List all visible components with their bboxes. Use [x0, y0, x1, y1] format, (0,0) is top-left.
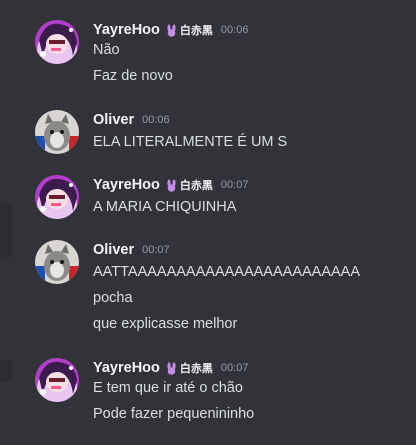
message-text: AATTAAAAAAAAAAAAAAAAAAAAAAAA: [93, 264, 361, 280]
message-text: que explicasse melhor: [93, 316, 238, 332]
bunny-icon: [167, 361, 176, 375]
message-header: YayreHoo 白赤黑 00:07: [93, 175, 248, 195]
timestamp[interactable]: 00:06: [142, 114, 170, 126]
chat-message-list: YayreHoo 白赤黑 00:06 Não Faz de novo Olive…: [0, 0, 416, 445]
timestamp[interactable]: 00:07: [221, 179, 249, 191]
server-tag[interactable]: 白赤黑: [165, 360, 213, 376]
bunny-icon: [167, 23, 176, 37]
message-header: Oliver 00:06: [93, 110, 170, 130]
message-group[interactable]: YayreHoo 白赤黑 00:06 Não Faz de novo: [0, 20, 416, 90]
message-text: Faz de novo: [93, 68, 173, 84]
anime-girl-avatar[interactable]: [35, 358, 79, 402]
message-group[interactable]: Oliver 00:06 ELA LITERALMENTE É UM S: [0, 110, 416, 154]
message-text: E tem que ir até o chão: [93, 380, 243, 396]
anime-girl-avatar[interactable]: [35, 20, 79, 64]
message-text: A MARIA CHIQUINHA: [93, 199, 237, 215]
server-tag-label: 白赤黑: [179, 363, 213, 375]
username[interactable]: Oliver: [93, 242, 134, 258]
server-tag[interactable]: 白赤黑: [165, 22, 213, 38]
server-tag[interactable]: 白赤黑: [165, 177, 213, 193]
username[interactable]: YayreHoo: [93, 360, 160, 376]
message-header: YayreHoo 白赤黑 00:06: [93, 20, 248, 40]
server-tag-label: 白赤黑: [179, 180, 213, 192]
username[interactable]: YayreHoo: [93, 22, 160, 38]
timestamp[interactable]: 00:06: [221, 24, 249, 36]
bunny-icon: [167, 178, 176, 192]
timestamp[interactable]: 00:07: [142, 244, 170, 256]
message-header: Oliver 00:07: [93, 240, 170, 260]
message-text: Pode fazer pequenininho: [93, 406, 255, 422]
message-text: ELA LITERALMENTE É UM S: [93, 134, 288, 150]
anime-girl-avatar[interactable]: [35, 175, 79, 219]
message-group[interactable]: Oliver 00:07 AATTAAAAAAAAAAAAAAAAAAAAAAA…: [0, 240, 416, 336]
username[interactable]: YayreHoo: [93, 177, 160, 193]
server-tag-label: 白赤黑: [179, 25, 213, 37]
username[interactable]: Oliver: [93, 112, 134, 128]
message-group[interactable]: YayreHoo 白赤黑 00:07 E tem que ir até o ch…: [0, 358, 416, 428]
message-header: YayreHoo 白赤黑 00:07: [93, 358, 248, 378]
timestamp[interactable]: 00:07: [221, 362, 249, 374]
message-text: pocha: [93, 290, 133, 306]
message-group[interactable]: YayreHoo 白赤黑 00:07 A MARIA CHIQUINHA: [0, 175, 416, 219]
message-text: Não: [93, 42, 120, 58]
cat-avatar[interactable]: [35, 240, 79, 284]
cat-avatar[interactable]: [35, 110, 79, 154]
